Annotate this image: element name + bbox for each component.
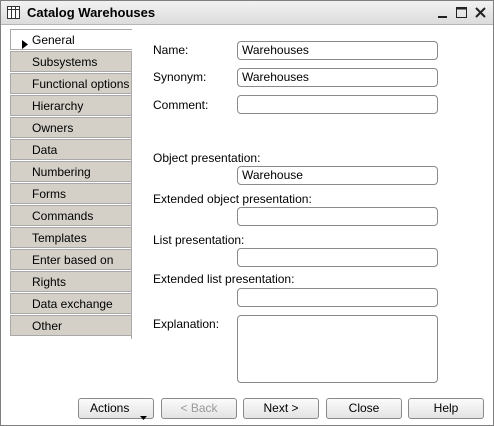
extended-object-presentation-label: Extended object presentation: (153, 192, 312, 206)
synonym-field[interactable]: Warehouses (237, 68, 438, 87)
tab-owners[interactable]: Owners (10, 117, 131, 138)
actions-button[interactable]: Actions (78, 398, 154, 420)
explanation-field[interactable] (237, 315, 438, 383)
tab-hierarchy[interactable]: Hierarchy (10, 95, 131, 116)
tab-label: Commands (32, 209, 94, 223)
title-bar: Catalog Warehouses (1, 1, 493, 25)
object-presentation-label: Object presentation: (153, 151, 261, 165)
tab-label: General (32, 33, 75, 47)
close-icon[interactable] (473, 5, 488, 20)
tab-label: Subsystems (32, 55, 98, 69)
tab-numbering[interactable]: Numbering (10, 161, 131, 182)
tab-label: Functional options (32, 77, 130, 91)
tab-label: Forms (32, 187, 66, 201)
comment-field[interactable] (237, 95, 438, 114)
comment-label: Comment: (153, 98, 209, 112)
synonym-label: Synonym: (153, 70, 207, 84)
extended-list-presentation-field[interactable] (237, 288, 438, 307)
tab-divider (131, 51, 132, 339)
extended-list-presentation-label: Extended list presentation: (153, 272, 295, 286)
tab-data[interactable]: Data (10, 139, 131, 160)
tab-data-exchange[interactable]: Data exchange (10, 293, 131, 314)
tab-functional-options[interactable]: Functional options (10, 73, 131, 94)
tab-label: Rights (32, 275, 67, 289)
tab-label: Data (32, 143, 58, 157)
button-bar: Actions < Back Next > Close Help (1, 393, 493, 425)
explanation-label: Explanation: (153, 317, 220, 331)
next-button[interactable]: Next > (243, 398, 319, 419)
list-presentation-label: List presentation: (153, 233, 245, 247)
help-button[interactable]: Help (408, 398, 484, 419)
list-presentation-field[interactable] (237, 248, 438, 267)
actions-button-label: Actions (90, 401, 130, 415)
tab-forms[interactable]: Forms (10, 183, 131, 204)
tab-commands[interactable]: Commands (10, 205, 131, 226)
tab-enter-based-on[interactable]: Enter based on (10, 249, 131, 270)
tab-label: Owners (32, 121, 74, 135)
tab-label: Enter based on (32, 253, 114, 267)
dropdown-arrow-icon (140, 407, 147, 426)
minimize-icon[interactable] (435, 5, 450, 20)
catalog-window: Catalog Warehouses General Subsystems Fu… (0, 0, 494, 426)
name-field[interactable]: Warehouses (237, 41, 438, 60)
extended-object-presentation-field[interactable] (237, 207, 438, 226)
maximize-icon[interactable] (454, 5, 469, 20)
tab-label: Templates (32, 231, 87, 245)
name-label: Name: (153, 43, 189, 57)
close-button[interactable]: Close (326, 398, 402, 419)
tab-templates[interactable]: Templates (10, 227, 131, 248)
tab-general[interactable]: General (10, 29, 132, 50)
object-presentation-field[interactable]: Warehouse (237, 166, 438, 185)
tab-label: Other (32, 319, 63, 333)
tab-label: Hierarchy (32, 99, 84, 113)
window-title: Catalog Warehouses (27, 5, 156, 20)
back-button[interactable]: < Back (161, 398, 237, 419)
tab-rights[interactable]: Rights (10, 271, 131, 292)
tab-label: Data exchange (32, 297, 113, 311)
tab-subsystems[interactable]: Subsystems (10, 51, 131, 72)
tab-label: Numbering (32, 165, 91, 179)
catalog-table-icon (7, 6, 20, 19)
tab-other[interactable]: Other (10, 315, 131, 336)
tab-list: General Subsystems Functional options Hi… (10, 29, 132, 339)
